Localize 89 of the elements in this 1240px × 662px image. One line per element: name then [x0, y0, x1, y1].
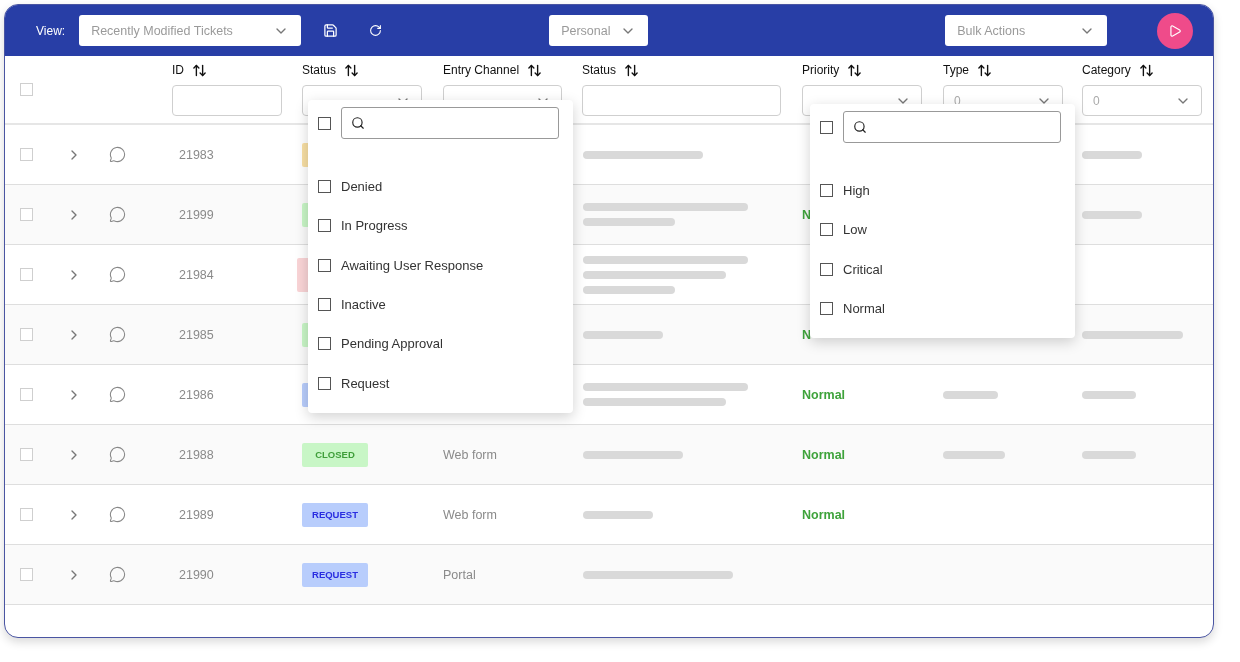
sort-icon[interactable]: [527, 62, 543, 78]
option-checkbox[interactable]: [318, 219, 331, 233]
row-checkbox[interactable]: [20, 208, 33, 221]
ticket-id: 21989: [179, 507, 214, 522]
placeholder-bar: [1082, 390, 1136, 399]
option-label[interactable]: Critical: [843, 261, 883, 277]
view-label: View:: [36, 23, 66, 38]
column-header[interactable]: Status: [302, 63, 337, 77]
refresh-button[interactable]: [369, 24, 383, 37]
entry-channel: Portal: [443, 567, 476, 582]
option-checkbox[interactable]: [318, 376, 331, 390]
search-field[interactable]: [341, 107, 559, 139]
row-checkbox[interactable]: [20, 328, 33, 341]
placeholder-bar: [1082, 210, 1142, 219]
filter-field[interactable]: [582, 85, 781, 116]
column-header[interactable]: Entry Channel: [443, 63, 520, 77]
option-label[interactable]: Request: [341, 375, 390, 391]
comment-icon[interactable]: [109, 266, 126, 283]
comment-icon[interactable]: [109, 326, 126, 343]
run-button[interactable]: [1157, 12, 1194, 49]
option-checkbox[interactable]: [820, 184, 833, 198]
status-badge: CLOSED: [302, 442, 368, 467]
select-all-checkbox[interactable]: [820, 120, 833, 134]
comment-icon[interactable]: [109, 386, 126, 403]
ticket-id: 21988: [179, 447, 214, 462]
sort-icon[interactable]: [624, 62, 640, 78]
priority-text: N: [802, 327, 812, 342]
option-checkbox[interactable]: [820, 302, 833, 316]
ticket-id: 21990: [179, 567, 214, 582]
play-icon: [1168, 23, 1183, 38]
column-header[interactable]: Category: [1082, 63, 1131, 77]
ticket-id: 21985: [179, 327, 214, 342]
ticket-id: 21999: [179, 207, 214, 222]
row-checkbox[interactable]: [20, 568, 33, 581]
placeholder-bar: [1082, 450, 1136, 459]
sort-icon[interactable]: [1138, 62, 1154, 78]
comment-icon[interactable]: [109, 506, 126, 523]
sort-icon[interactable]: [344, 62, 360, 78]
comment-icon[interactable]: [109, 446, 126, 463]
option-checkbox[interactable]: [318, 180, 331, 194]
option-label[interactable]: Normal: [843, 301, 885, 317]
status-badge: REQUEST: [302, 502, 368, 527]
row-checkbox[interactable]: [20, 388, 33, 401]
placeholder-bar: [583, 510, 653, 519]
option-label[interactable]: Awaiting User Response: [341, 257, 484, 273]
priority-text: Normal: [802, 387, 846, 402]
column-header[interactable]: ID: [172, 63, 184, 77]
comment-icon[interactable]: [109, 566, 126, 583]
entry-channel: Web form: [443, 507, 497, 522]
option-label[interactable]: High: [843, 183, 870, 199]
column-header[interactable]: Type: [943, 63, 969, 77]
ticket-id: 21984: [179, 267, 214, 282]
ticket-id: 21986: [179, 387, 214, 402]
row-checkbox[interactable]: [20, 448, 33, 461]
option-label[interactable]: Pending Approval: [341, 336, 443, 352]
option-label[interactable]: Low: [843, 222, 867, 238]
select-all-checkbox[interactable]: [318, 116, 331, 130]
comment-icon[interactable]: [109, 146, 126, 163]
placeholder-bar: [943, 390, 998, 399]
option-checkbox[interactable]: [318, 337, 331, 351]
priority-text: Normal: [802, 447, 846, 462]
placeholder-bar: [943, 450, 1005, 459]
search-icon: [351, 116, 365, 130]
search-field[interactable]: [843, 111, 1061, 143]
column-header[interactable]: Priority: [802, 63, 840, 77]
priority-text: Normal: [802, 507, 846, 522]
sort-icon[interactable]: [977, 62, 992, 78]
filter-field[interactable]: [172, 85, 282, 116]
row-checkbox[interactable]: [20, 268, 33, 281]
row-checkbox[interactable]: [20, 508, 33, 521]
column-header[interactable]: Status: [582, 63, 617, 77]
entry-channel: Web form: [443, 447, 497, 462]
sort-icon[interactable]: [192, 62, 207, 78]
option-label[interactable]: Denied: [341, 179, 383, 195]
comment-icon[interactable]: [109, 206, 126, 223]
ticket-id: 21983: [179, 147, 214, 162]
option-checkbox[interactable]: [820, 262, 833, 276]
status-badge: REQUEST: [302, 562, 368, 587]
search-icon: [853, 120, 867, 134]
option-checkbox[interactable]: [318, 258, 331, 272]
option-label[interactable]: Inactive: [341, 297, 386, 313]
option-checkbox[interactable]: [318, 298, 331, 312]
priority-text: N: [802, 207, 812, 222]
save-button[interactable]: [323, 23, 339, 38]
option-checkbox[interactable]: [820, 223, 833, 237]
row-checkbox[interactable]: [20, 148, 33, 161]
placeholder-bar: [1082, 150, 1142, 159]
option-label[interactable]: In Progress: [341, 218, 408, 234]
sort-icon[interactable]: [847, 62, 863, 78]
